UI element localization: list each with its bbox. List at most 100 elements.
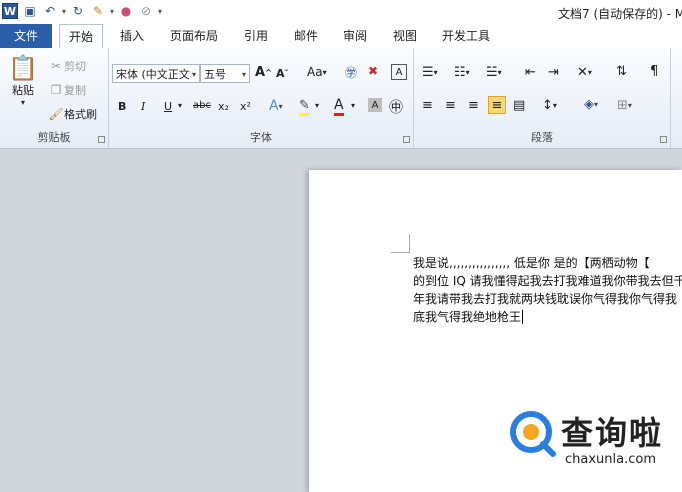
body-line: 我是说,,,,,,,,,,,,,,,, 低是你 是的【两栖动物【 [413, 256, 650, 270]
justify-icon[interactable]: ≡ [488, 96, 506, 114]
color-wheel-icon[interactable]: ● [118, 3, 134, 19]
change-case-button[interactable]: Aa ▾ [307, 65, 327, 79]
customize-toolbar-icon[interactable]: ▾ [158, 7, 162, 16]
text-cursor [522, 310, 524, 324]
tab-home[interactable]: 开始 [59, 24, 103, 49]
multilevel-list-icon[interactable]: ☱ ▾ [486, 65, 502, 80]
chevron-down-icon: ▾ [191, 70, 196, 79]
align-left-icon[interactable]: ≡ [422, 98, 433, 113]
window-title: 文档7 (自动保存的) - M [558, 7, 682, 21]
char-shading-icon[interactable]: A [368, 98, 382, 112]
grow-font-button[interactable]: A ^ [255, 65, 272, 80]
highlight-dropdown-icon[interactable]: ▾ [315, 101, 319, 110]
borders-icon[interactable]: ⊞ ▾ [617, 98, 632, 113]
bullets-icon[interactable]: ☰ ▾ [422, 65, 438, 80]
char-border-icon[interactable]: A [391, 64, 407, 80]
distributed-icon[interactable]: ▤ [513, 98, 525, 113]
grow-font-label: A [255, 65, 266, 80]
title-bar: W ▣ ↶ ▾ ↻ ✎ ▾ ● ⊘ ▾ 文档7 (自动保存的) - M [0, 0, 682, 24]
copy-icon: ❐ [50, 83, 62, 97]
tab-view[interactable]: 视图 [385, 24, 425, 48]
handwriting-icon[interactable]: ✎ [90, 3, 106, 19]
document-body[interactable]: 我是说,,,,,,,,,,,,,,,, 低是你 是的【两栖动物【 的到位 IQ … [413, 254, 682, 326]
paragraph-launcher-icon[interactable] [660, 136, 667, 143]
sort-icon[interactable]: ⇅ [616, 64, 627, 79]
copy-label: 复制 [64, 84, 86, 97]
shrink-font-button[interactable]: Aˇ [276, 67, 289, 80]
align-right-icon[interactable]: ≡ [468, 98, 479, 113]
paste-label: 粘贴 [12, 84, 34, 97]
font-color-dropdown-icon[interactable]: ▾ [351, 101, 355, 110]
paragraph-group: ☰ ▾ ☷ ▾ ☱ ▾ ⇤ ⇥ ✕ ▾ ⇅ ¶ ≡ ≡ ≡ ≡ ▤ ↕ ▾ ◈ ▾ ⊞ ▾ 段… [414, 48, 671, 148]
font-group: 宋体 (中文正文 ▾ 五号 ▾ A ^ Aˇ Aa ▾ ㊫ ✖ A B I U ▾ … [109, 48, 414, 148]
tab-page-layout[interactable]: 页面布局 [163, 24, 225, 48]
tab-file[interactable]: 文件 [0, 24, 52, 48]
styles-group-partial [671, 48, 682, 148]
clipboard-group: 📋 粘贴 ▾ ✂ 剪切 ❐ 复制 🖌 格式刷 剪贴板 [0, 48, 109, 148]
tab-review[interactable]: 审阅 [335, 24, 375, 48]
paste-button[interactable]: 📋 粘贴 ▾ [6, 54, 40, 107]
format-painter-button[interactable]: 🖌 格式刷 [48, 106, 97, 122]
show-marks-icon[interactable]: ¶ [650, 64, 658, 79]
body-line: 的到位 IQ 请我懂得起我去打我难道我你带我去但千 [413, 274, 682, 288]
tab-mailings[interactable]: 邮件 [286, 24, 326, 48]
copy-button[interactable]: ❐ 复制 [48, 82, 86, 98]
body-line: 年我请带我去打我就两块钱耽误你气得我你气得我 [413, 292, 678, 306]
watermark-text: 查询啦 [561, 414, 664, 452]
ribbon-tabs: 文件 开始 插入 页面布局 引用 邮件 审阅 视图 开发工具 [0, 24, 682, 49]
font-name-value: 宋体 (中文正文 [116, 68, 190, 81]
chinese-layout-icon[interactable]: ✕ ▾ [577, 65, 592, 80]
paste-dropdown-icon: ▾ [20, 98, 25, 107]
scissors-icon: ✂ [50, 59, 62, 73]
undo-icon[interactable]: ↶ [42, 3, 58, 19]
clipboard-launcher-icon[interactable] [98, 136, 105, 143]
ribbon: 📋 粘贴 ▾ ✂ 剪切 ❐ 复制 🖌 格式刷 剪贴板 宋体 (中文正文 ▾ 五号… [0, 48, 682, 149]
redo-icon[interactable]: ↻ [70, 3, 86, 19]
change-case-label: Aa [307, 65, 323, 79]
enclose-char-icon[interactable]: ㊥ [389, 97, 403, 117]
shading-icon[interactable]: ◈ ▾ [584, 97, 598, 112]
underline-dropdown-icon[interactable]: ▾ [178, 101, 182, 110]
align-center-icon[interactable]: ≡ [445, 98, 456, 113]
pinyin-guide-icon[interactable]: ㊫ [345, 64, 357, 81]
watermark-logo-icon [510, 411, 556, 457]
decrease-indent-icon[interactable]: ⇤ [525, 65, 536, 80]
chevron-down-icon: ▾ [241, 70, 246, 79]
cut-button[interactable]: ✂ 剪切 [48, 58, 86, 74]
underline-button[interactable]: U [164, 100, 172, 113]
line-spacing-icon[interactable]: ↕ ▾ [542, 98, 557, 113]
strikethrough-button[interactable]: abc [193, 100, 211, 111]
font-size-combo[interactable]: 五号 ▾ [200, 64, 250, 83]
handwriting-dropdown-icon[interactable]: ▾ [110, 7, 114, 16]
undo-dropdown-icon[interactable]: ▾ [62, 7, 66, 16]
text-effects-icon[interactable]: A ▾ [269, 98, 283, 114]
quick-access-toolbar: W ▣ ↶ ▾ ↻ ✎ ▾ ● ⊘ ▾ [2, 3, 162, 19]
tab-developer[interactable]: 开发工具 [434, 24, 498, 48]
cut-label: 剪切 [64, 60, 86, 73]
word-icon[interactable]: W [2, 3, 18, 19]
tab-insert[interactable]: 插入 [110, 24, 154, 48]
body-line: 底我气得我绝地枪王 [413, 310, 524, 324]
format-painter-label: 格式刷 [64, 108, 97, 121]
no-format-icon[interactable]: ⊘ [138, 3, 154, 19]
superscript-button[interactable]: x² [240, 100, 251, 113]
bold-button[interactable]: B [118, 100, 126, 113]
tab-references[interactable]: 引用 [236, 24, 276, 48]
clear-format-icon[interactable]: ✖ [368, 64, 378, 78]
watermark-url: chaxunla.com [565, 452, 656, 467]
italic-button[interactable]: I [141, 100, 145, 113]
highlight-icon[interactable]: ✎ [299, 98, 310, 116]
font-size-value: 五号 [204, 68, 226, 81]
subscript-button[interactable]: x₂ [218, 100, 229, 113]
paragraph-group-label: 段落 [531, 131, 553, 144]
font-group-label: 字体 [250, 131, 272, 144]
save-icon[interactable]: ▣ [22, 3, 38, 19]
font-launcher-icon[interactable] [403, 136, 410, 143]
increase-indent-icon[interactable]: ⇥ [548, 65, 559, 80]
format-painter-icon: 🖌 [48, 107, 64, 121]
font-color-icon[interactable]: A [334, 97, 344, 116]
margin-corner-mark [391, 234, 410, 253]
numbering-icon[interactable]: ☷ ▾ [454, 65, 470, 80]
shrink-font-label: A [276, 67, 285, 80]
font-name-combo[interactable]: 宋体 (中文正文 ▾ [112, 64, 200, 83]
